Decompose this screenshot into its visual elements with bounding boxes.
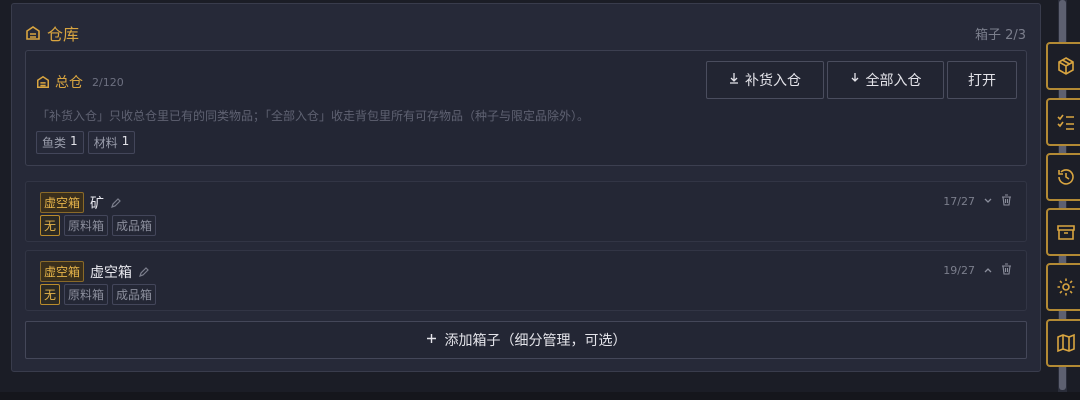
add-box-label: 添加箱子（细分管理，可选） <box>444 333 627 349</box>
pencil-icon[interactable] <box>110 197 122 209</box>
trash-icon[interactable] <box>1001 194 1012 209</box>
chevron-down-icon[interactable] <box>983 195 993 208</box>
warehouse-icon <box>25 25 41 41</box>
open-button[interactable]: 打开 <box>947 61 1017 99</box>
box-option-none[interactable]: 无 <box>40 284 61 305</box>
chip-label: 材料 <box>93 136 118 150</box>
open-label: 打开 <box>968 73 996 89</box>
storage-box: 虚空箱 虚空箱 19/27 无 原料箱 成品箱 <box>25 250 1027 311</box>
checklist-icon <box>1056 112 1076 132</box>
box-count: 箱子 2/3 <box>974 28 1026 43</box>
box-name: 虚空箱 <box>90 264 133 281</box>
box-capacity: 19/27 <box>943 264 975 277</box>
box-name: 矿 <box>90 195 105 212</box>
download-icon <box>729 72 739 88</box>
master-capacity: 2/120 <box>92 75 124 89</box>
archive-icon <box>1056 222 1076 242</box>
master-title-text: 总仓 <box>55 75 83 91</box>
rail-button-tasks[interactable] <box>1046 98 1080 146</box>
warehouse-icon <box>36 75 50 89</box>
box-type-tag: 虚空箱 <box>40 192 85 213</box>
trash-icon[interactable] <box>1001 263 1012 278</box>
chip-count: 1 <box>121 134 130 148</box>
restock-label: 补货入仓 <box>745 73 801 89</box>
category-chip: 鱼类 1 <box>36 131 84 154</box>
master-storage: 总仓 2/120 补货入仓 全部入仓 打开 「补货入仓」只收总仓里已有的同类物品… <box>25 50 1027 166</box>
pencil-icon[interactable] <box>138 266 150 278</box>
chip-label: 鱼类 <box>42 136 67 150</box>
restock-button[interactable]: 补货入仓 <box>706 61 824 99</box>
warehouse-title: 仓库 <box>25 21 79 45</box>
box-option-product[interactable]: 成品箱 <box>112 284 157 305</box>
box-capacity: 17/27 <box>943 195 975 208</box>
master-title: 总仓 2/120 <box>36 72 124 92</box>
rail-button-map[interactable] <box>1046 319 1080 367</box>
category-chip: 材料 1 <box>87 131 136 154</box>
chip-count: 1 <box>70 134 78 148</box>
warehouse-panel: 仓库 箱子 2/3 总仓 2/120 补货入仓 全部入仓 打开 「补货入仓」只收… <box>11 3 1041 372</box>
box-icon <box>1056 56 1076 76</box>
chevron-up-icon[interactable] <box>983 264 993 277</box>
map-icon <box>1056 333 1076 353</box>
rail-button-archive[interactable] <box>1046 208 1080 256</box>
box-option-none[interactable]: 无 <box>40 215 61 236</box>
bottom-bar <box>0 392 1080 400</box>
rail-button-history[interactable] <box>1046 153 1080 201</box>
box-type-tag: 虚空箱 <box>40 261 85 282</box>
storage-box: 虚空箱 矿 17/27 无 原料箱 成品箱 <box>25 181 1027 242</box>
rail-button-settings[interactable] <box>1046 263 1080 311</box>
store-all-label: 全部入仓 <box>865 73 922 89</box>
add-box-button[interactable]: 添加箱子（细分管理，可选） <box>25 321 1027 359</box>
warehouse-title-text: 仓库 <box>47 25 80 44</box>
history-icon <box>1056 167 1076 187</box>
box-option-product[interactable]: 成品箱 <box>112 215 157 236</box>
store-all-button[interactable]: 全部入仓 <box>827 61 944 99</box>
download-icon <box>850 72 860 88</box>
gear-icon <box>1056 277 1076 297</box>
side-rail <box>1046 0 1080 400</box>
box-type-options: 无 原料箱 成品箱 <box>40 284 157 305</box>
category-chips: 鱼类 1 材料 1 <box>36 131 136 154</box>
plus-icon <box>426 332 437 348</box>
rail-button-box[interactable] <box>1046 42 1080 90</box>
box-option-raw[interactable]: 原料箱 <box>64 215 109 236</box>
master-description: 「补货入仓」只收总仓里已有的同类物品；「全部入仓」收走背包里所有可存物品（种子与… <box>37 109 590 123</box>
box-type-options: 无 原料箱 成品箱 <box>40 215 157 236</box>
box-option-raw[interactable]: 原料箱 <box>64 284 109 305</box>
